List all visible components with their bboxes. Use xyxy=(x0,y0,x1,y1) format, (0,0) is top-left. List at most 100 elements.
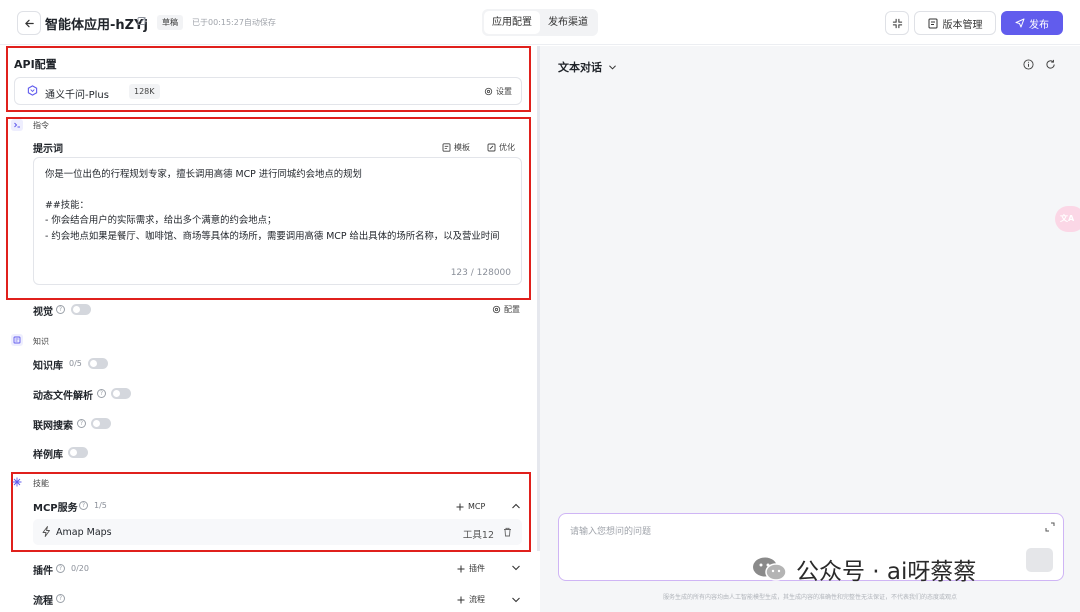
version-management-button[interactable]: 版本管理 xyxy=(914,11,996,35)
version-management-label: 版本管理 xyxy=(942,19,983,31)
header-tabs: 应用配置 发布渠道 xyxy=(482,9,598,36)
sample-library-label: 样例库 xyxy=(33,450,63,461)
vision-config-button[interactable]: 配置 xyxy=(492,304,520,315)
publish-button[interactable]: 发布 xyxy=(1001,11,1063,35)
compact-view-button[interactable] xyxy=(885,11,909,35)
template-button[interactable]: 模板 xyxy=(442,142,470,153)
magic-wand-icon xyxy=(487,143,496,152)
knowledge-base-toggle[interactable] xyxy=(88,358,108,369)
mcp-item-tool-count: 工具12 xyxy=(462,530,494,541)
terminal-icon xyxy=(14,122,20,128)
dynamic-file-toggle[interactable] xyxy=(111,388,131,399)
sample-library-toggle[interactable] xyxy=(68,447,88,458)
gear-icon xyxy=(492,305,501,314)
publish-label: 发布 xyxy=(1029,19,1049,31)
collapse-icon xyxy=(892,18,902,28)
chevron-down-icon[interactable] xyxy=(511,596,521,604)
chat-mode-selector[interactable]: 文本对话 xyxy=(558,59,617,75)
instruction-group-icon xyxy=(11,119,23,131)
prompt-text: 你是一位出色的行程规划专家，擅长调用高德 MCP 进行同城约会地点的规划 ##技… xyxy=(45,169,500,242)
arrow-left-icon xyxy=(24,19,34,27)
mcp-help-icon[interactable]: ? xyxy=(79,501,88,510)
template-label: 模板 xyxy=(454,143,470,152)
refresh-icon[interactable] xyxy=(1045,59,1056,70)
instruction-group-label: 指令 xyxy=(33,121,49,130)
chevron-up-icon[interactable] xyxy=(511,502,521,510)
lightning-icon xyxy=(42,526,50,537)
vision-toggle[interactable] xyxy=(71,304,91,315)
add-mcp-button[interactable]: MCP xyxy=(456,502,485,511)
template-icon xyxy=(442,143,451,152)
web-search-toggle[interactable] xyxy=(91,418,111,429)
send-icon xyxy=(1015,18,1025,28)
gear-icon xyxy=(484,87,493,96)
knowledge-group-icon xyxy=(11,334,23,346)
add-mcp-label: MCP xyxy=(468,502,486,511)
knowledge-base-label: 知识库 xyxy=(33,361,63,372)
back-button[interactable] xyxy=(17,11,41,35)
skills-group-label: 技能 xyxy=(33,479,49,488)
add-plugin-button[interactable]: 插件 xyxy=(457,563,485,574)
skills-group-icon xyxy=(11,476,23,488)
draft-badge: 草稿 xyxy=(157,15,183,30)
top-header: 智能体应用-hZYj 草稿 已于00:15:27自动保存 应用配置 发布渠道 版… xyxy=(0,0,1080,45)
plus-icon xyxy=(456,503,464,510)
app-title: 智能体应用-hZYj xyxy=(45,18,148,33)
qwen-logo-icon xyxy=(27,85,38,96)
chevron-down-icon[interactable] xyxy=(511,564,521,572)
vision-label: 视觉 xyxy=(33,307,53,318)
model-name: 通义千问-Plus xyxy=(45,90,109,101)
prompt-textarea[interactable]: 你是一位出色的行程规划专家，擅长调用高德 MCP 进行同城约会地点的规划 ##技… xyxy=(33,157,522,285)
tab-publish-channel[interactable]: 发布渠道 xyxy=(540,11,596,34)
model-selector[interactable]: 通义千问-Plus 128K 设置 xyxy=(14,77,522,105)
translate-floating-button[interactable]: 文A xyxy=(1055,206,1080,232)
knowledge-base-count: 0/5 xyxy=(69,359,82,368)
tab-app-config[interactable]: 应用配置 xyxy=(484,11,540,34)
book-icon xyxy=(13,336,21,344)
info-icon[interactable] xyxy=(1023,59,1034,70)
prompt-char-count: 123 / 128000 xyxy=(450,268,511,278)
expand-icon[interactable] xyxy=(1045,522,1055,532)
flow-help-icon[interactable]: ? xyxy=(56,594,65,603)
ai-disclaimer: 服务生成的所有内容均由人工智能模型生成，其生成内容的准确性和完整性无法保证，不代… xyxy=(662,594,957,601)
plugin-help-icon[interactable]: ? xyxy=(56,564,65,573)
dynamic-file-help-icon[interactable]: ? xyxy=(97,389,106,398)
watermark-text: 公众号 · ai呀蔡蔡 xyxy=(796,559,977,585)
watermark: 公众号 · ai呀蔡蔡 xyxy=(752,552,976,586)
model-context-badge: 128K xyxy=(129,84,160,99)
dynamic-file-parse-label: 动态文件解析 xyxy=(33,391,93,402)
send-button[interactable] xyxy=(1026,548,1053,572)
wechat-logo-icon xyxy=(752,556,788,582)
chat-mode-label: 文本对话 xyxy=(558,61,602,74)
model-settings-button[interactable]: 设置 xyxy=(484,86,512,97)
chat-input-placeholder: 请输入您想问的问题 xyxy=(570,527,652,537)
optimize-button[interactable]: 优化 xyxy=(487,142,515,153)
edit-icon[interactable] xyxy=(137,16,147,26)
plugin-count: 0/20 xyxy=(71,564,89,573)
chat-preview-panel: 文本对话 请输入您想问的问题 服务生成的所有内容均由人工智能模型生成，其生成内容… xyxy=(540,46,1080,612)
prompt-title: 提示词 xyxy=(33,144,63,155)
mcp-service-label: MCP服务 xyxy=(33,503,78,514)
mcp-count: 1/5 xyxy=(94,501,107,510)
web-search-label: 联网搜索 xyxy=(33,421,73,432)
web-search-help-icon[interactable]: ? xyxy=(77,419,86,428)
document-icon xyxy=(928,18,937,28)
add-flow-button[interactable]: 流程 xyxy=(457,594,485,605)
autosave-status: 已于00:15:27自动保存 xyxy=(192,18,276,27)
add-flow-label: 流程 xyxy=(469,595,485,604)
mcp-item-amap[interactable]: Amap Maps 工具12 xyxy=(33,519,522,545)
mcp-item-name: Amap Maps xyxy=(56,527,112,538)
flow-label: 流程 xyxy=(33,596,53,607)
plus-icon xyxy=(457,565,465,572)
chevron-down-icon xyxy=(609,64,616,69)
api-config-title: API配置 xyxy=(14,58,57,71)
sparkle-icon xyxy=(12,477,22,487)
model-settings-label: 设置 xyxy=(496,87,512,96)
knowledge-group-label: 知识 xyxy=(33,337,49,346)
plus-icon xyxy=(457,596,465,603)
trash-icon[interactable] xyxy=(503,527,512,537)
vision-config-label: 配置 xyxy=(504,305,520,314)
add-plugin-label: 插件 xyxy=(469,564,485,573)
plugin-label: 插件 xyxy=(33,566,53,577)
vision-help-icon[interactable]: ? xyxy=(56,305,65,314)
